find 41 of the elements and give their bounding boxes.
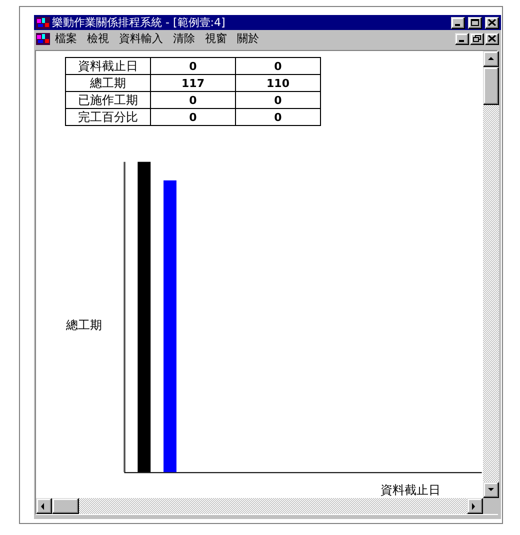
- row-label: 資料截止日: [66, 58, 150, 74]
- app-icon: [36, 16, 50, 28]
- close-icon: [488, 35, 496, 42]
- restore-button[interactable]: [470, 32, 484, 44]
- scroll-left-button[interactable]: [36, 498, 52, 514]
- table-cell: 117: [150, 74, 236, 92]
- y-axis-label: 總工期: [66, 318, 102, 332]
- x-axis-label: 資料截止日: [380, 483, 440, 498]
- menu-item[interactable]: 檔案: [50, 31, 82, 46]
- scroll-up-button[interactable]: [483, 51, 499, 67]
- row-label: 已施作工期: [66, 92, 150, 108]
- scroll-right-button[interactable]: [467, 498, 483, 514]
- close-button[interactable]: [485, 32, 499, 44]
- minimize-button[interactable]: [451, 16, 465, 28]
- maximize-icon: [471, 19, 479, 26]
- table-cell: 0: [236, 108, 320, 126]
- table-cell: 0: [236, 92, 320, 108]
- menu-item[interactable]: 清除: [168, 31, 200, 46]
- row-label: 完工百分比: [66, 108, 150, 126]
- close-icon: [488, 19, 496, 26]
- table-cell: 0: [236, 58, 320, 74]
- scroll-thumb[interactable]: [483, 67, 499, 105]
- menu-item[interactable]: 視窗: [200, 31, 232, 46]
- menu-item[interactable]: 關於: [232, 31, 264, 46]
- arrow-down-icon: [487, 486, 495, 494]
- table-cell: 0: [150, 58, 236, 74]
- minimize-button[interactable]: [455, 32, 469, 44]
- table-cell: 110: [236, 74, 320, 92]
- menu-item[interactable]: 資料輸入: [114, 31, 168, 46]
- table-cell: 0: [150, 108, 236, 126]
- maximize-button[interactable]: [468, 16, 482, 28]
- arrow-up-icon: [487, 56, 495, 62]
- restore-icon: [473, 35, 481, 42]
- scroll-down-button[interactable]: [483, 482, 499, 498]
- table-cell: 0: [150, 92, 236, 108]
- row-label: 總工期: [66, 74, 150, 92]
- close-button[interactable]: [485, 16, 499, 28]
- app-icon: [36, 32, 50, 44]
- scroll-thumb[interactable]: [52, 498, 79, 514]
- window-title: 樂動作業關係排程系統 - [範例壹:4]: [52, 15, 226, 30]
- menu-item[interactable]: 檢視: [82, 31, 114, 46]
